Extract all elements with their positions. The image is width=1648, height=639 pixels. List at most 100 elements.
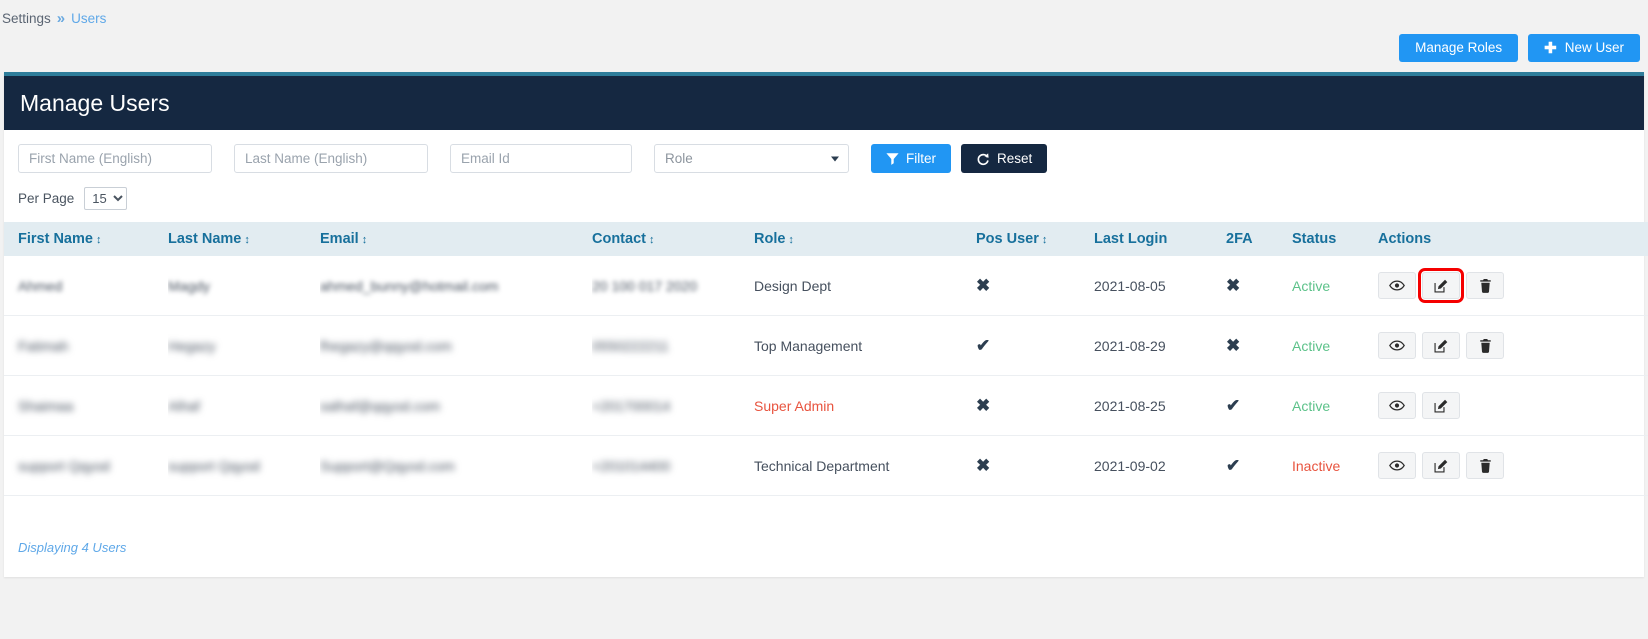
cell-last-login: 2021-08-25 [1094,398,1166,414]
delete-user-button[interactable] [1466,332,1504,359]
cell-last-login: 2021-09-02 [1094,458,1166,474]
two-fa-cross-icon: ✖ [1226,336,1240,355]
last-name-filter-input[interactable] [234,144,428,173]
pos-user-cross-icon: ✖ [976,396,990,415]
first-name-filter-input[interactable] [18,144,212,173]
breadcrumb-separator-icon: » [57,10,65,27]
cell-contact: 0550222211 [592,338,669,354]
edit-user-button[interactable] [1422,392,1460,419]
status-badge: Active [1292,338,1330,354]
reset-circular-arrow-icon [976,152,990,166]
new-user-button[interactable]: ✚ New User [1528,34,1640,62]
cell-email: salhaf@qqyod.com [320,398,440,414]
funnel-icon [886,152,899,165]
new-user-label: New User [1565,41,1624,55]
role-filter-select[interactable]: Role [654,144,849,173]
column-header-actions: Actions [1378,222,1648,256]
per-page-label: Per Page [18,191,74,206]
edit-pencil-icon [1434,339,1448,353]
manage-roles-button[interactable]: Manage Roles [1399,34,1518,62]
column-header-last-name[interactable]: Last Name↕ [168,222,320,256]
delete-user-button[interactable] [1466,452,1504,479]
column-label: Email [320,231,359,247]
table-row: support Qqyod support Qqyod Support@Qqyo… [4,436,1648,496]
table-footer: Displaying 4 Users [4,496,1644,577]
cell-email: fhegazy@qqyod.com [320,338,452,354]
page-action-bar: Manage Roles ✚ New User [0,28,1648,68]
reset-button[interactable]: Reset [961,144,1047,173]
cell-contact: +201700014 [592,398,670,414]
row-actions [1378,452,1648,479]
table-row: Fatimah Hegazy fhegazy@qqyod.com 0550222… [4,316,1648,376]
view-user-button[interactable] [1378,452,1416,479]
manage-roles-label: Manage Roles [1415,41,1502,55]
reset-label: Reset [997,151,1032,166]
sort-icon[interactable]: ↕ [244,234,249,246]
filter-bar: Role Filter Reset [4,130,1644,173]
filter-label: Filter [906,151,936,166]
per-page-control: Per Page 15 [4,173,1644,222]
view-user-button[interactable] [1378,272,1416,299]
edit-user-button[interactable] [1422,452,1460,479]
row-actions [1378,272,1648,299]
table-row: Ahmed Magdy ahmed_bunny@hotmail.com 20 1… [4,256,1648,316]
cell-last-name: Magdy [168,278,210,294]
cell-role: Design Dept [754,278,831,294]
column-header-pos-user[interactable]: Pos User↕ [976,222,1094,256]
trash-icon [1479,459,1492,473]
edit-pencil-icon [1434,399,1448,413]
cell-email: Support@Qqyod.com [320,458,455,474]
cell-first-name: Shaimaa [18,398,73,414]
status-badge: Inactive [1292,458,1340,474]
filter-button[interactable]: Filter [871,144,951,173]
two-fa-check-icon: ✔ [1226,396,1240,415]
card-header: Manage Users [4,76,1644,130]
edit-pencil-icon [1434,459,1448,473]
column-label: Actions [1378,231,1431,247]
eye-icon [1389,400,1405,411]
column-label: 2FA [1226,231,1253,247]
trash-icon [1479,339,1492,353]
column-header-email[interactable]: Email↕ [320,222,592,256]
two-fa-cross-icon: ✖ [1226,276,1240,295]
table-header-row: First Name↕ Last Name↕ Email↕ Contact↕ R… [4,222,1648,256]
eye-icon [1389,340,1405,351]
breadcrumb-current[interactable]: Users [71,11,106,26]
per-page-select[interactable]: 15 [84,187,127,210]
breadcrumb-root[interactable]: Settings [2,11,51,26]
status-badge: Active [1292,398,1330,414]
page-title: Manage Users [20,90,170,117]
role-filter-wrapper: Role [654,144,849,173]
column-header-status: Status [1292,222,1378,256]
sort-icon[interactable]: ↕ [1042,234,1047,246]
cell-last-name: Alhaf [168,398,200,414]
column-label: Last Login [1094,231,1167,247]
column-header-first-name[interactable]: First Name↕ [4,222,168,256]
cell-role: Super Admin [754,398,834,414]
pos-user-check-icon: ✔ [976,336,990,355]
email-filter-input[interactable] [450,144,632,173]
column-label: Contact [592,231,646,247]
sort-icon[interactable]: ↕ [649,234,654,246]
cell-role: Technical Department [754,458,889,474]
users-management-page: Settings » Users Manage Roles ✚ New User… [0,0,1648,639]
users-table-body: Ahmed Magdy ahmed_bunny@hotmail.com 20 1… [4,256,1648,496]
column-header-contact[interactable]: Contact↕ [592,222,754,256]
column-header-role[interactable]: Role↕ [754,222,976,256]
cell-contact: +201014400 [592,458,670,474]
column-label: Pos User [976,231,1039,247]
sort-icon[interactable]: ↕ [96,234,101,246]
view-user-button[interactable] [1378,332,1416,359]
edit-user-button[interactable] [1422,332,1460,359]
view-user-button[interactable] [1378,392,1416,419]
cell-last-name: support Qqyod [168,458,260,474]
cell-last-name: Hegazy [168,338,215,354]
delete-user-button[interactable] [1466,272,1504,299]
cell-first-name: support Qqyod [18,458,110,474]
edit-user-button[interactable] [1422,272,1460,299]
breadcrumb: Settings » Users [0,0,1648,28]
sort-icon[interactable]: ↕ [788,234,793,246]
sort-icon[interactable]: ↕ [362,234,367,246]
eye-icon [1389,280,1405,291]
column-header-2fa: 2FA [1226,222,1292,256]
